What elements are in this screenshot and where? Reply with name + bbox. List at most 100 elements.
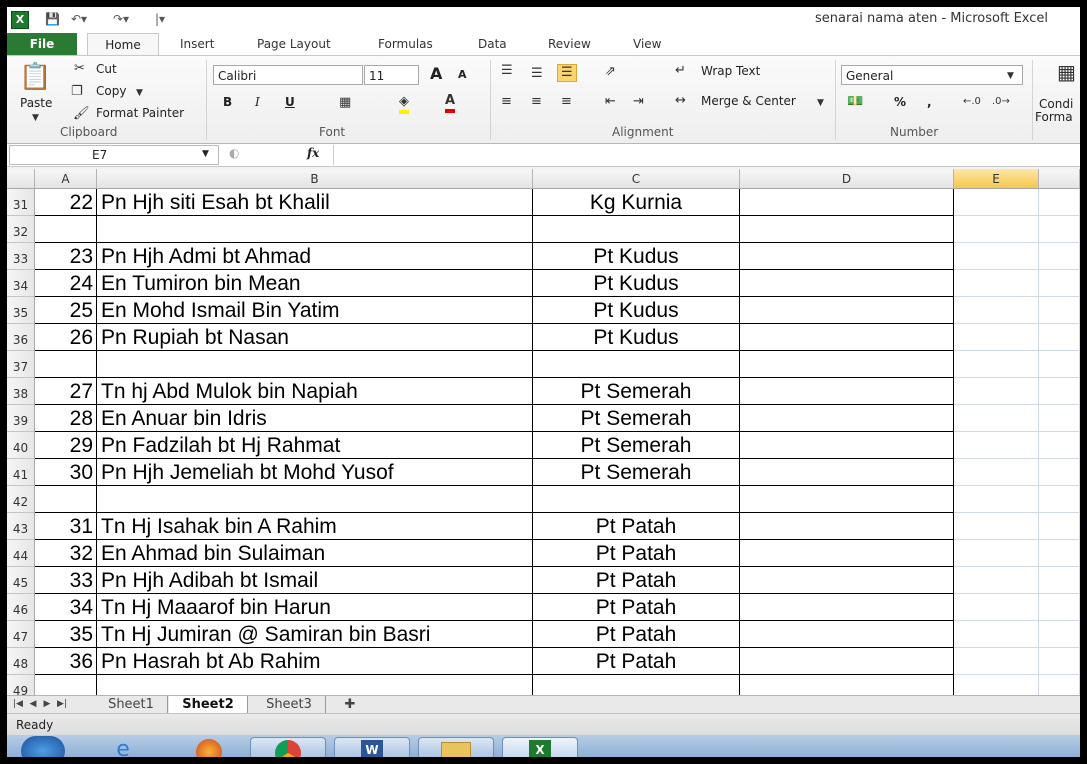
row-header[interactable]: 42 bbox=[7, 486, 35, 513]
percent-button[interactable]: % bbox=[894, 95, 906, 109]
spreadsheet-grid[interactable]: A B C D E 31 22 Pn Hjh siti Esah bt Khalil… bbox=[7, 169, 1080, 702]
cell-d[interactable] bbox=[740, 648, 954, 675]
cell-place[interactable]: Pt Semerah bbox=[533, 405, 740, 432]
cell-place[interactable]: Pt Semerah bbox=[533, 432, 740, 459]
font-size-select[interactable]: 11 bbox=[364, 65, 419, 85]
increase-decimal-icon[interactable]: ←.0 bbox=[963, 94, 981, 110]
sheet-tab-2[interactable]: Sheet2 bbox=[169, 696, 248, 713]
cell-name[interactable]: En Ahmad bin Sulaiman bbox=[97, 540, 533, 567]
column-header-d[interactable]: D bbox=[740, 169, 954, 189]
paste-dropdown-icon[interactable]: ▼ bbox=[32, 110, 39, 126]
cell-e[interactable] bbox=[954, 324, 1039, 351]
cell-d[interactable] bbox=[740, 432, 954, 459]
cell-place[interactable]: Pt Kudus bbox=[533, 270, 740, 297]
cell-f[interactable] bbox=[1039, 621, 1080, 648]
cell-place[interactable]: Pt Patah bbox=[533, 567, 740, 594]
cell-number[interactable]: 23 bbox=[35, 243, 97, 270]
row-header[interactable]: 46 bbox=[7, 594, 35, 621]
cell-name[interactable]: Tn hj Abd Mulok bin Napiah bbox=[97, 378, 533, 405]
cell-d[interactable] bbox=[740, 243, 954, 270]
cell-d[interactable] bbox=[740, 405, 954, 432]
cell-place[interactable] bbox=[533, 486, 740, 513]
name-box[interactable]: E7 ▼ bbox=[9, 145, 219, 165]
last-sheet-icon[interactable]: ▶| bbox=[55, 696, 69, 713]
cell-d[interactable] bbox=[740, 594, 954, 621]
cell-name[interactable]: En Tumiron bin Mean bbox=[97, 270, 533, 297]
cell-place[interactable]: Pt Patah bbox=[533, 594, 740, 621]
select-all-corner[interactable] bbox=[7, 169, 35, 189]
cell-f[interactable] bbox=[1039, 297, 1080, 324]
cell-name[interactable]: Pn Rupiah bt Nasan bbox=[97, 324, 533, 351]
cell-e[interactable] bbox=[954, 243, 1039, 270]
first-sheet-icon[interactable]: |◀ bbox=[11, 696, 25, 713]
cell-number[interactable] bbox=[35, 216, 97, 243]
file-explorer-icon[interactable] bbox=[418, 737, 494, 757]
cell-f[interactable] bbox=[1039, 567, 1080, 594]
tab-insert[interactable]: Insert bbox=[180, 35, 214, 53]
cell-f[interactable] bbox=[1039, 405, 1080, 432]
cell-place[interactable]: Pt Kudus bbox=[533, 324, 740, 351]
cell-number[interactable]: 36 bbox=[35, 648, 97, 675]
cell-d[interactable] bbox=[740, 189, 954, 216]
cell-f[interactable] bbox=[1039, 648, 1080, 675]
copy-button[interactable]: Copy bbox=[96, 84, 126, 98]
cell-f[interactable] bbox=[1039, 243, 1080, 270]
cell-e[interactable] bbox=[954, 216, 1039, 243]
cell-number[interactable]: 24 bbox=[35, 270, 97, 297]
next-sheet-icon[interactable]: ▶ bbox=[41, 696, 53, 713]
row-header[interactable]: 47 bbox=[7, 621, 35, 648]
excel-taskbar-icon[interactable]: X bbox=[502, 737, 578, 757]
row-header[interactable]: 44 bbox=[7, 540, 35, 567]
tab-page-layout[interactable]: Page Layout bbox=[257, 35, 331, 53]
wrap-text-button[interactable]: Wrap Text bbox=[701, 64, 760, 78]
chrome-icon[interactable] bbox=[250, 737, 326, 757]
row-header[interactable]: 37 bbox=[7, 351, 35, 378]
row-header[interactable]: 41 bbox=[7, 459, 35, 486]
format-painter-button[interactable]: Format Painter bbox=[96, 106, 184, 120]
cell-number[interactable]: 27 bbox=[35, 378, 97, 405]
cell-f[interactable] bbox=[1039, 216, 1080, 243]
redo-icon[interactable]: ↷▾ bbox=[113, 10, 129, 28]
cell-number[interactable]: 28 bbox=[35, 405, 97, 432]
row-header[interactable]: 43 bbox=[7, 513, 35, 540]
undo-icon[interactable]: ↶▾ bbox=[71, 10, 87, 28]
row-header[interactable]: 35 bbox=[7, 297, 35, 324]
cell-name[interactable]: Pn Hasrah bt Ab Rahim bbox=[97, 648, 533, 675]
cut-button[interactable]: Cut bbox=[96, 62, 117, 76]
row-header[interactable]: 34 bbox=[7, 270, 35, 297]
cell-d[interactable] bbox=[740, 459, 954, 486]
cell-e[interactable] bbox=[954, 297, 1039, 324]
save-icon[interactable]: 💾 bbox=[45, 10, 60, 28]
cell-place[interactable]: Pt Patah bbox=[533, 540, 740, 567]
cell-place[interactable]: Kg Kurnia bbox=[533, 189, 740, 216]
column-header-a[interactable]: A bbox=[35, 169, 97, 189]
row-header[interactable]: 33 bbox=[7, 243, 35, 270]
prev-sheet-icon[interactable]: ◀ bbox=[27, 696, 39, 713]
cell-d[interactable] bbox=[740, 351, 954, 378]
cell-d[interactable] bbox=[740, 324, 954, 351]
cell-d[interactable] bbox=[740, 621, 954, 648]
cell-place[interactable]: Pt Kudus bbox=[533, 243, 740, 270]
cell-e[interactable] bbox=[954, 432, 1039, 459]
cell-f[interactable] bbox=[1039, 324, 1080, 351]
increase-indent-icon[interactable]: ⇥ bbox=[633, 94, 644, 110]
cell-e[interactable] bbox=[954, 513, 1039, 540]
copy-dropdown-icon[interactable]: ▼ bbox=[136, 85, 143, 101]
merge-center-button[interactable]: Merge & Center bbox=[701, 94, 796, 108]
fill-color-icon[interactable]: ◈ bbox=[399, 94, 409, 114]
cell-e[interactable] bbox=[954, 378, 1039, 405]
cell-f[interactable] bbox=[1039, 432, 1080, 459]
conditional-formatting-button-line2[interactable]: Forma bbox=[1035, 110, 1073, 124]
cell-place[interactable]: Pt Patah bbox=[533, 621, 740, 648]
column-header-b[interactable]: B bbox=[97, 169, 533, 189]
cell-f[interactable] bbox=[1039, 513, 1080, 540]
cell-f[interactable] bbox=[1039, 459, 1080, 486]
currency-icon[interactable]: 💵 bbox=[847, 94, 863, 110]
cell-number[interactable]: 33 bbox=[35, 567, 97, 594]
cell-e[interactable] bbox=[954, 594, 1039, 621]
cell-name[interactable]: Pn Fadzilah bt Hj Rahmat bbox=[97, 432, 533, 459]
word-icon[interactable]: W bbox=[334, 737, 410, 757]
column-header-f[interactable] bbox=[1039, 169, 1080, 189]
cell-e[interactable] bbox=[954, 189, 1039, 216]
cell-d[interactable] bbox=[740, 486, 954, 513]
